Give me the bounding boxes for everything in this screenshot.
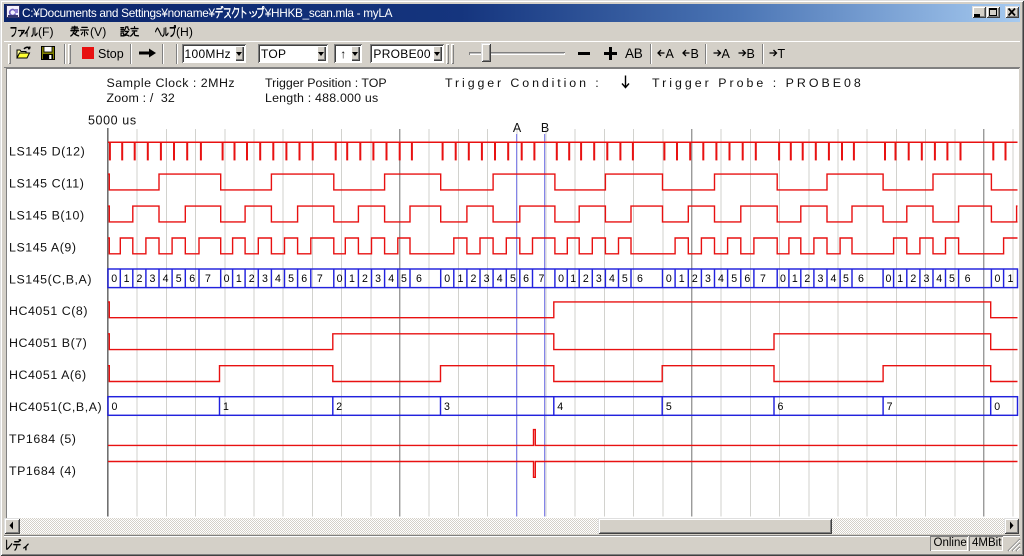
svg-text:4: 4 xyxy=(718,273,724,285)
svg-text:0: 0 xyxy=(337,273,343,285)
svg-text:2: 2 xyxy=(910,273,916,285)
svg-text:5: 5 xyxy=(666,401,672,413)
svg-text:2: 2 xyxy=(804,273,810,285)
svg-text:0: 0 xyxy=(444,273,450,285)
svg-text:1: 1 xyxy=(349,273,355,285)
svg-text:6: 6 xyxy=(965,273,971,285)
svg-text:LS145 D(12): LS145 D(12) xyxy=(9,145,85,159)
svg-text:7: 7 xyxy=(887,401,893,413)
svg-text:TP1684 (5): TP1684 (5) xyxy=(9,432,76,446)
svg-text:0: 0 xyxy=(112,401,118,413)
svg-text:LS145(C,B,A): LS145(C,B,A) xyxy=(9,272,92,286)
svg-text:B: B xyxy=(541,121,549,135)
svg-text:6: 6 xyxy=(744,273,750,285)
svg-text:2: 2 xyxy=(583,273,589,285)
svg-text:1: 1 xyxy=(457,273,463,285)
svg-text:3: 3 xyxy=(818,273,824,285)
svg-text:6: 6 xyxy=(523,273,529,285)
svg-text:1: 1 xyxy=(897,273,903,285)
svg-text:0: 0 xyxy=(666,273,672,285)
svg-text:5: 5 xyxy=(622,273,628,285)
svg-text:2: 2 xyxy=(336,401,342,413)
svg-text:HC4051 B(7): HC4051 B(7) xyxy=(9,336,87,350)
svg-text:LS145 A(9): LS145 A(9) xyxy=(9,240,77,254)
svg-text:0: 0 xyxy=(224,273,230,285)
svg-text:7: 7 xyxy=(760,273,766,285)
svg-text:5: 5 xyxy=(288,273,294,285)
svg-text:0: 0 xyxy=(780,273,786,285)
svg-text:3: 3 xyxy=(484,273,490,285)
svg-text:0: 0 xyxy=(558,273,564,285)
svg-text:1: 1 xyxy=(570,273,576,285)
svg-text:2: 2 xyxy=(470,273,476,285)
svg-text:4: 4 xyxy=(388,273,394,285)
svg-text:4: 4 xyxy=(609,273,615,285)
svg-text:5: 5 xyxy=(949,273,955,285)
svg-text:1: 1 xyxy=(1008,273,1014,285)
svg-text:6: 6 xyxy=(778,401,784,413)
svg-text:HC4051 C(8): HC4051 C(8) xyxy=(9,304,88,318)
svg-text:7: 7 xyxy=(539,273,545,285)
svg-text:0: 0 xyxy=(885,273,891,285)
svg-text:5: 5 xyxy=(731,273,737,285)
svg-text:5: 5 xyxy=(176,273,182,285)
svg-text:5: 5 xyxy=(510,273,516,285)
svg-text:3: 3 xyxy=(375,273,381,285)
svg-text:6: 6 xyxy=(637,273,643,285)
svg-text:7: 7 xyxy=(317,273,323,285)
svg-text:4: 4 xyxy=(831,273,837,285)
svg-text:HC4051 A(6): HC4051 A(6) xyxy=(9,368,87,382)
svg-text:6: 6 xyxy=(858,273,864,285)
svg-text:2: 2 xyxy=(136,273,142,285)
svg-text:5: 5 xyxy=(401,273,407,285)
svg-text:4: 4 xyxy=(275,273,281,285)
svg-text:1: 1 xyxy=(679,273,685,285)
svg-text:A: A xyxy=(513,121,522,135)
svg-text:1: 1 xyxy=(236,273,242,285)
svg-text:HC4051(C,B,A): HC4051(C,B,A) xyxy=(9,400,102,414)
svg-text:0: 0 xyxy=(994,401,1000,413)
svg-text:6: 6 xyxy=(301,273,307,285)
svg-text:5000 us: 5000 us xyxy=(88,114,137,128)
svg-text:2: 2 xyxy=(249,273,255,285)
svg-text:LS145 B(10): LS145 B(10) xyxy=(9,209,85,223)
svg-text:0: 0 xyxy=(995,273,1001,285)
svg-text:6: 6 xyxy=(189,273,195,285)
svg-text:1: 1 xyxy=(124,273,130,285)
svg-text:4: 4 xyxy=(557,401,563,413)
svg-text:LS145 C(11): LS145 C(11) xyxy=(9,177,84,191)
svg-text:4: 4 xyxy=(497,273,503,285)
svg-text:4: 4 xyxy=(163,273,169,285)
svg-text:3: 3 xyxy=(262,273,268,285)
svg-text:0: 0 xyxy=(111,273,117,285)
svg-text:5: 5 xyxy=(843,273,849,285)
svg-text:3: 3 xyxy=(924,273,930,285)
svg-text:7: 7 xyxy=(205,273,211,285)
svg-text:2: 2 xyxy=(362,273,368,285)
svg-text:1: 1 xyxy=(792,273,798,285)
svg-text:TP1684 (4): TP1684 (4) xyxy=(9,464,76,478)
svg-text:3: 3 xyxy=(596,273,602,285)
svg-text:3: 3 xyxy=(705,273,711,285)
svg-text:3: 3 xyxy=(444,401,450,413)
svg-text:2: 2 xyxy=(692,273,698,285)
svg-text:6: 6 xyxy=(416,273,422,285)
svg-text:4: 4 xyxy=(936,273,942,285)
svg-text:3: 3 xyxy=(149,273,155,285)
svg-text:1: 1 xyxy=(223,401,229,413)
